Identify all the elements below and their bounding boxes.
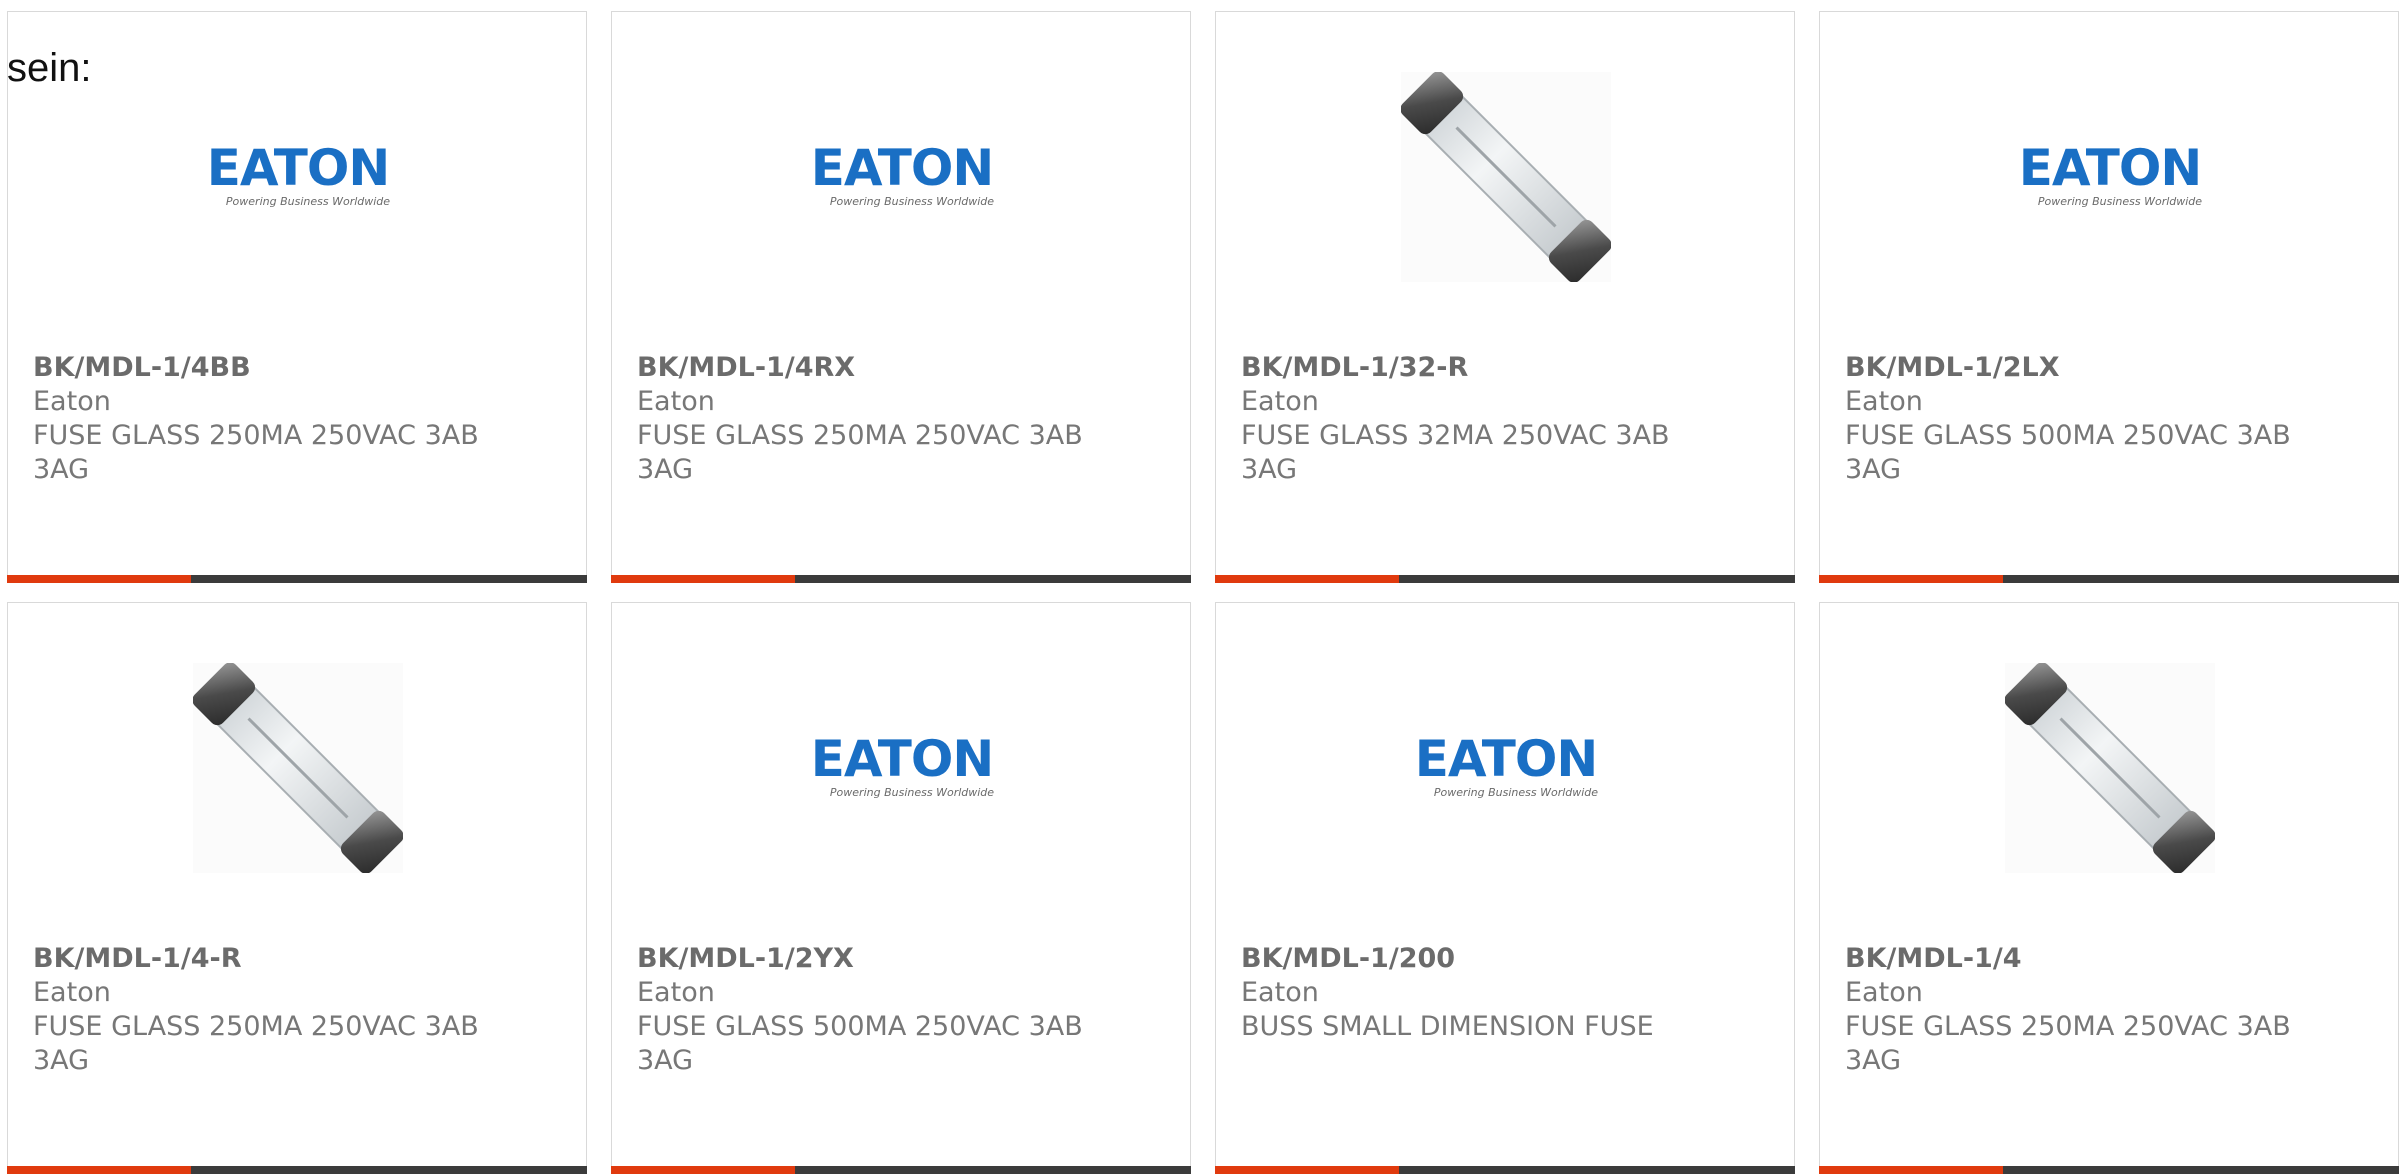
product-card[interactable]: BK/MDL-1/32-R Eaton FUSE GLASS 32MA 250V… [1215, 11, 1795, 583]
product-image[interactable]: EATON Powering Business Worldwide [1401, 663, 1611, 873]
product-part-number[interactable]: BK/MDL-1/4RX [637, 351, 1157, 385]
card-accent-bar [7, 1166, 587, 1174]
svg-text:EATON: EATON [811, 139, 993, 197]
eaton-logo-icon: EATONPowering Business Worldwide [207, 139, 391, 208]
product-card[interactable]: BK/MDL-1/4-R Eaton FUSE GLASS 250MA 250V… [7, 602, 587, 1174]
intro-text: sein: [7, 46, 92, 90]
product-image[interactable]: EATON Powering Business Worldwide [797, 72, 1007, 282]
product-image[interactable]: EATON Powering Business Worldwide [2005, 72, 2215, 282]
product-description: FUSE GLASS 32MA 250VAC 3AB 3AG [1241, 420, 1670, 485]
glass-fuse-icon [2005, 663, 2215, 873]
product-brand: Eaton [1241, 977, 1319, 1008]
product-description: FUSE GLASS 250MA 250VAC 3AB 3AG [33, 420, 479, 485]
card-accent-bar [1215, 1166, 1795, 1174]
product-description: FUSE GLASS 250MA 250VAC 3AB 3AG [1845, 1011, 2291, 1076]
product-brand: Eaton [1845, 386, 1923, 417]
svg-text:EATON: EATON [811, 730, 993, 788]
eaton-logo-icon: EATONPowering Business Worldwide [1415, 730, 1599, 799]
product-brand: Eaton [33, 977, 111, 1008]
product-brand: Eaton [637, 977, 715, 1008]
product-part-number[interactable]: BK/MDL-1/4 [1845, 942, 2365, 976]
card-accent-bar [1819, 575, 2399, 583]
product-grid: EATON Powering Business Worldwide BK/MDL-… [7, 11, 2400, 1174]
product-card[interactable]: BK/MDL-1/4 Eaton FUSE GLASS 250MA 250VAC… [1819, 602, 2399, 1174]
eaton-logo-icon: EATONPowering Business Worldwide [811, 730, 995, 799]
glass-fuse-icon [193, 663, 403, 873]
card-accent-bar [1819, 1166, 2399, 1174]
svg-text:Powering Business Worldwide: Powering Business Worldwide [830, 195, 994, 208]
product-card[interactable]: EATON Powering Business Worldwide BK/MDL-… [7, 11, 587, 583]
product-description: FUSE GLASS 250MA 250VAC 3AB 3AG [33, 1011, 479, 1076]
product-description: FUSE GLASS 500MA 250VAC 3AB 3AG [637, 1011, 1083, 1076]
product-card[interactable]: EATON Powering Business Worldwide BK/MDL-… [611, 11, 1191, 583]
product-description: FUSE GLASS 500MA 250VAC 3AB 3AG [1845, 420, 2291, 485]
svg-text:Powering Business Worldwide: Powering Business Worldwide [1434, 786, 1598, 799]
product-card[interactable]: EATON Powering Business Worldwide BK/MDL-… [611, 602, 1191, 1174]
card-accent-bar [611, 1166, 1191, 1174]
card-accent-bar [7, 575, 587, 583]
svg-text:EATON: EATON [1415, 730, 1597, 788]
product-part-number[interactable]: BK/MDL-1/4-R [33, 942, 553, 976]
product-card[interactable]: EATON Powering Business Worldwide BK/MDL-… [1215, 602, 1795, 1174]
product-part-number[interactable]: BK/MDL-1/2LX [1845, 351, 2365, 385]
product-card[interactable]: EATON Powering Business Worldwide BK/MDL-… [1819, 11, 2399, 583]
svg-text:Powering Business Worldwide: Powering Business Worldwide [226, 195, 390, 208]
eaton-logo-icon: EATONPowering Business Worldwide [811, 139, 995, 208]
svg-text:EATON: EATON [2019, 139, 2201, 197]
product-part-number[interactable]: BK/MDL-1/4BB [33, 351, 553, 385]
product-brand: Eaton [637, 386, 715, 417]
product-brand: Eaton [33, 386, 111, 417]
card-accent-bar [1215, 575, 1795, 583]
card-accent-bar [611, 575, 1191, 583]
product-image[interactable] [1401, 72, 1611, 282]
product-image[interactable] [193, 663, 403, 873]
product-description: FUSE GLASS 250MA 250VAC 3AB 3AG [637, 420, 1083, 485]
glass-fuse-icon [1401, 72, 1611, 282]
product-brand: Eaton [1845, 977, 1923, 1008]
svg-text:Powering Business Worldwide: Powering Business Worldwide [2038, 195, 2202, 208]
product-image[interactable]: EATON Powering Business Worldwide [193, 72, 403, 282]
svg-text:EATON: EATON [207, 139, 389, 197]
product-part-number[interactable]: BK/MDL-1/200 [1241, 942, 1761, 976]
product-part-number[interactable]: BK/MDL-1/32-R [1241, 351, 1761, 385]
product-part-number[interactable]: BK/MDL-1/2YX [637, 942, 1157, 976]
svg-text:Powering Business Worldwide: Powering Business Worldwide [830, 786, 994, 799]
product-image[interactable] [2005, 663, 2215, 873]
product-image[interactable]: EATON Powering Business Worldwide [797, 663, 1007, 873]
eaton-logo-icon: EATONPowering Business Worldwide [2019, 139, 2203, 208]
product-description: BUSS SMALL DIMENSION FUSE [1241, 1011, 1654, 1042]
product-brand: Eaton [1241, 386, 1319, 417]
